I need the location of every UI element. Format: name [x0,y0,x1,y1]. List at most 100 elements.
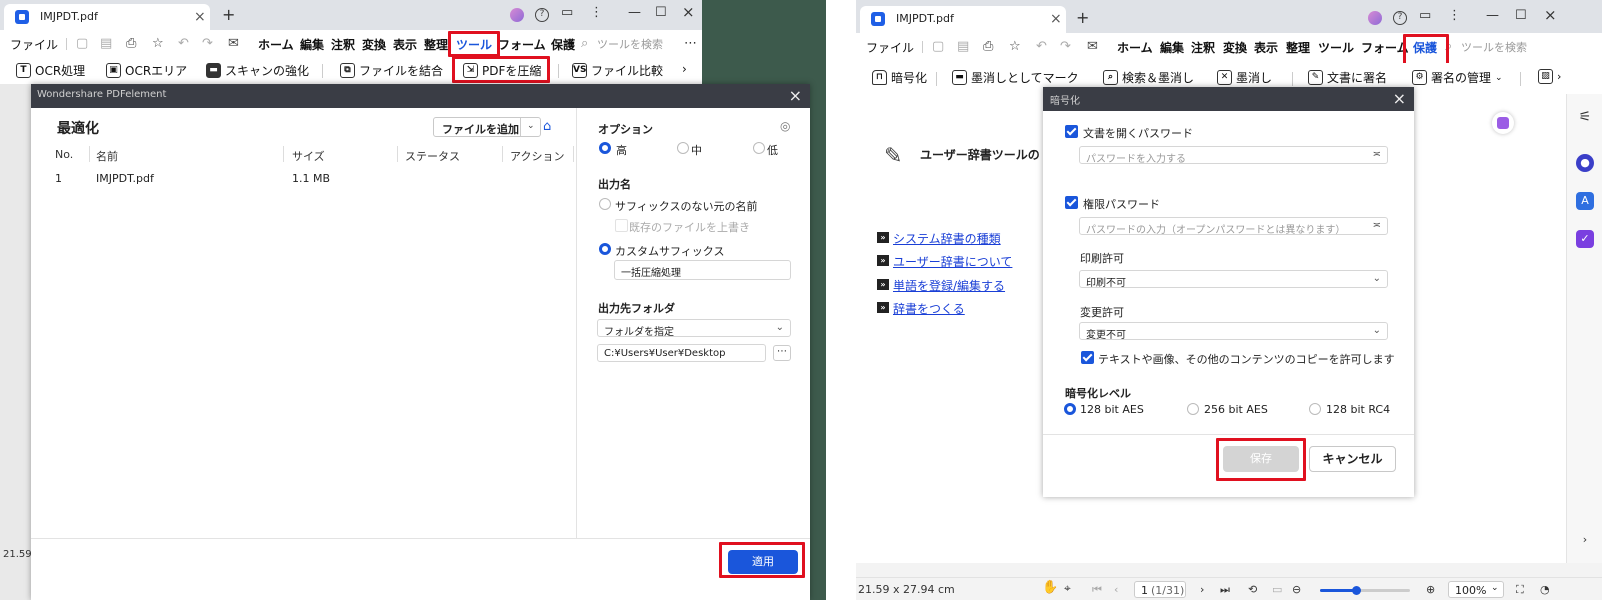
dialog-close-icon[interactable]: × [789,86,802,105]
help-icon[interactable]: ? [535,8,549,22]
link-register-word[interactable]: 単語を登録/編集する [893,277,1005,294]
more-horizontal-icon[interactable]: ⋯ [684,36,697,51]
check-task-icon[interactable]: ✓ [1576,230,1594,248]
more-vertical-icon[interactable]: ⋮ [590,5,603,20]
document-tab[interactable]: IMJPDT.pdf × [860,6,1066,33]
print-icon[interactable]: ⎙ [126,36,136,51]
document-tab[interactable]: IMJPDT.pdf × [4,4,210,30]
menu-convert[interactable]: 変換 [1223,39,1247,56]
quality-low-radio[interactable] [753,142,765,154]
redact-button[interactable]: ✕ 墨消し [1217,69,1272,86]
add-file-button[interactable]: ファイルを追加 ⌄ [433,117,541,137]
undo-icon[interactable]: ↶ [178,36,189,51]
level-128rc4-radio[interactable] [1309,403,1321,415]
rotate-icon[interactable]: ⟲ [1248,583,1257,596]
settings-dial-icon[interactable]: ◔ [1540,583,1550,596]
maximize-icon[interactable]: ☐ [655,5,667,20]
tool-search-input[interactable]: ツールを検索 [597,36,663,52]
new-tab-icon[interactable]: + [1076,8,1089,27]
menu-home[interactable]: ホーム [258,36,294,53]
prev-page-icon[interactable]: ‹ [1114,583,1118,596]
cancel-button[interactable]: キャンセル [1309,446,1396,472]
menu-form[interactable]: フォーム [498,36,546,53]
redo-icon[interactable]: ↷ [202,36,213,51]
zoom-out-icon[interactable]: ⊖ [1292,583,1301,596]
link-make-dictionary[interactable]: 辞書をつくる [893,300,965,317]
sliders-icon[interactable]: ⚟ [1576,108,1594,126]
window-close-icon[interactable]: × [1544,6,1557,24]
allow-copy-checkbox[interactable] [1081,351,1094,364]
mark-redact-button[interactable]: ▬ 墨消しとしてマーク [952,69,1079,86]
ocr-button[interactable]: T OCR処理 [16,62,85,79]
mail-icon[interactable]: ✉ [228,36,239,51]
dialog-close-icon[interactable]: × [1393,89,1406,108]
tool-search-input[interactable]: ツールを検索 [1461,39,1527,55]
menu-organize[interactable]: 整理 [1286,39,1310,56]
image-sign-button[interactable]: ▨ › [1538,69,1561,84]
search-redact-button[interactable]: ⌕ 検索＆墨消し [1103,69,1194,86]
link-user-dictionary[interactable]: ユーザー辞書について [893,253,1012,270]
menu-home[interactable]: ホーム [1117,39,1153,56]
browse-folder-icon[interactable]: ⋯ [773,345,791,361]
folder-select[interactable]: フォルダを指定 ⌄ [597,319,791,337]
menu-organize[interactable]: 整理 [424,36,448,53]
first-page-icon[interactable]: ⏮ [1092,583,1102,597]
delete-all-icon[interactable]: ⌂ [543,119,551,134]
minimize-icon[interactable]: — [628,5,641,20]
last-page-icon[interactable]: ⏭ [1220,583,1230,597]
avatar[interactable] [510,8,524,22]
menu-comment[interactable]: 注釈 [1191,39,1215,56]
menu-file[interactable]: ファイル [866,39,914,56]
original-name-radio[interactable] [599,198,611,210]
menu-edit[interactable]: 編集 [300,36,324,53]
level-128aes-radio[interactable] [1064,403,1076,415]
sign-document-button[interactable]: ✎ 文書に署名 [1308,69,1387,86]
tab-close-icon[interactable]: × [1050,11,1062,27]
zoom-in-icon[interactable]: ⊕ [1426,583,1435,596]
zoom-slider[interactable] [1320,586,1410,595]
print-permission-select[interactable]: 印刷不可 ⌄ [1079,270,1388,288]
perm-password-input[interactable]: パスワードの入力（オープンパスワードとは異なります） ≍ [1079,217,1388,235]
chevron-down-icon[interactable]: ⌄ [527,121,535,131]
feedback-icon[interactable]: ▭ [561,5,573,20]
chevron-right-icon[interactable]: › [1576,531,1594,549]
page-number-input[interactable]: 1 (1/31) [1134,581,1186,598]
redo-icon[interactable]: ↷ [1060,39,1071,54]
eye-hidden-icon[interactable]: ≍ [1373,220,1381,231]
maximize-icon[interactable]: ☐ [1515,8,1527,23]
scan-enhance-button[interactable]: ▬ スキャンの強化 [206,62,309,79]
quality-high-radio[interactable] [599,142,611,154]
star-icon[interactable]: ☆ [152,36,164,51]
help-icon[interactable]: ? [1393,11,1407,25]
hand-tool-icon[interactable]: ✋ [1042,580,1058,595]
next-page-icon[interactable]: › [1200,583,1204,596]
eye-hidden-icon[interactable]: ≍ [1373,149,1381,160]
minimize-icon[interactable]: — [1486,8,1499,23]
menu-convert[interactable]: 変換 [362,36,386,53]
fullscreen-icon[interactable]: ⛶ [1516,583,1524,597]
translate-icon[interactable]: A [1576,192,1594,210]
tab-close-icon[interactable]: × [194,9,206,25]
custom-suffix-radio[interactable] [599,243,611,255]
encrypt-button[interactable]: ⊓ 暗号化 [872,69,927,86]
fit-page-icon[interactable]: ▭ [1272,583,1282,596]
save-icon[interactable]: ▢ [932,39,944,54]
overwrite-checkbox[interactable] [615,219,628,232]
save-as-icon[interactable]: ▤ [100,36,112,51]
ocr-area-button[interactable]: ▣ OCRエリア [106,62,187,79]
feedback-icon[interactable]: ▭ [1419,8,1431,23]
new-tab-icon[interactable]: + [222,5,235,24]
zoom-slider-handle[interactable] [1352,586,1361,595]
select-tool-icon[interactable]: ⌖ [1064,581,1071,596]
menu-tools[interactable]: ツール [1318,39,1354,56]
custom-suffix-input[interactable]: 一括圧縮処理 [614,260,791,280]
print-icon[interactable]: ⎙ [983,39,993,54]
menu-view[interactable]: 表示 [393,36,417,53]
change-permission-select[interactable]: 変更不可 ⌄ [1079,322,1388,340]
ai-assistant-button[interactable] [1492,112,1514,134]
save-as-icon[interactable]: ▤ [957,39,969,54]
menu-comment[interactable]: 注釈 [331,36,355,53]
mail-icon[interactable]: ✉ [1087,39,1098,54]
compare-button[interactable]: VS ファイル比較 [572,62,663,79]
menu-protect[interactable]: 保護 [551,36,575,53]
